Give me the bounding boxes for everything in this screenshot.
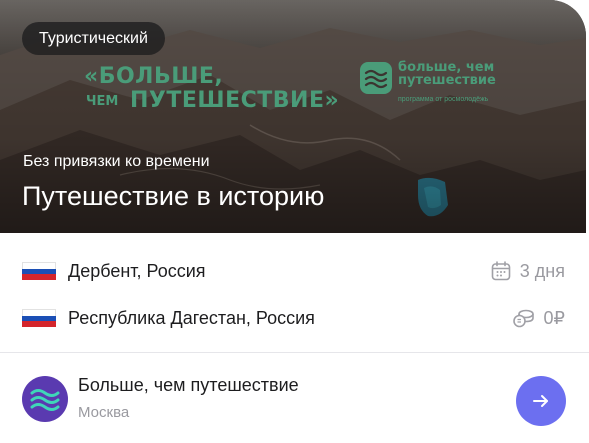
- divider: [0, 352, 589, 353]
- hero-image[interactable]: Туристический «БОЛЬШЕ, ЧЕМ ПУТЕШЕСТВИЕ» …: [0, 0, 586, 233]
- wave-logo-icon: [360, 62, 392, 94]
- hero-subtitle: Без привязки ко времени: [23, 153, 210, 170]
- tour-card[interactable]: Туристический «БОЛЬШЕ, ЧЕМ ПУТЕШЕСТВИЕ» …: [0, 0, 589, 443]
- coins-icon: [512, 309, 534, 328]
- duration: 3 дня: [490, 258, 565, 284]
- brand-subtitle: программа от росмолодёжь: [398, 96, 489, 103]
- russia-flag-icon: [22, 262, 56, 281]
- tour-title[interactable]: Путешествие в историю: [22, 181, 324, 212]
- slogan-line-2-small: ЧЕМ: [86, 94, 119, 109]
- location-row: Дербент, Россия: [22, 258, 206, 284]
- wave-logo-icon: [30, 389, 60, 411]
- location-label: Республика Дагестан, Россия: [68, 307, 315, 328]
- duration-value: 3 дня: [519, 260, 565, 281]
- brand-name: больше, чем путешествие: [398, 60, 496, 88]
- slogan-line-1: «БОЛЬШЕ,: [84, 64, 224, 89]
- category-badge: Туристический: [22, 22, 165, 55]
- slogan-line-2-big: ПУТЕШЕСТВИЕ»: [130, 88, 340, 113]
- price-value: 0₽: [543, 307, 565, 328]
- arrow-right-icon: [533, 395, 548, 407]
- location-row: Республика Дагестан, Россия: [22, 305, 315, 331]
- price: 0₽: [512, 305, 565, 331]
- organizer-name[interactable]: Больше, чем путешествие: [78, 375, 299, 396]
- russia-flag-icon: [22, 309, 56, 328]
- open-tour-button[interactable]: [516, 376, 566, 426]
- location-label: Дербент, Россия: [68, 260, 206, 281]
- organizer-avatar[interactable]: [22, 376, 68, 422]
- organizer-city: Москва: [78, 404, 130, 421]
- calendar-icon: [491, 261, 511, 281]
